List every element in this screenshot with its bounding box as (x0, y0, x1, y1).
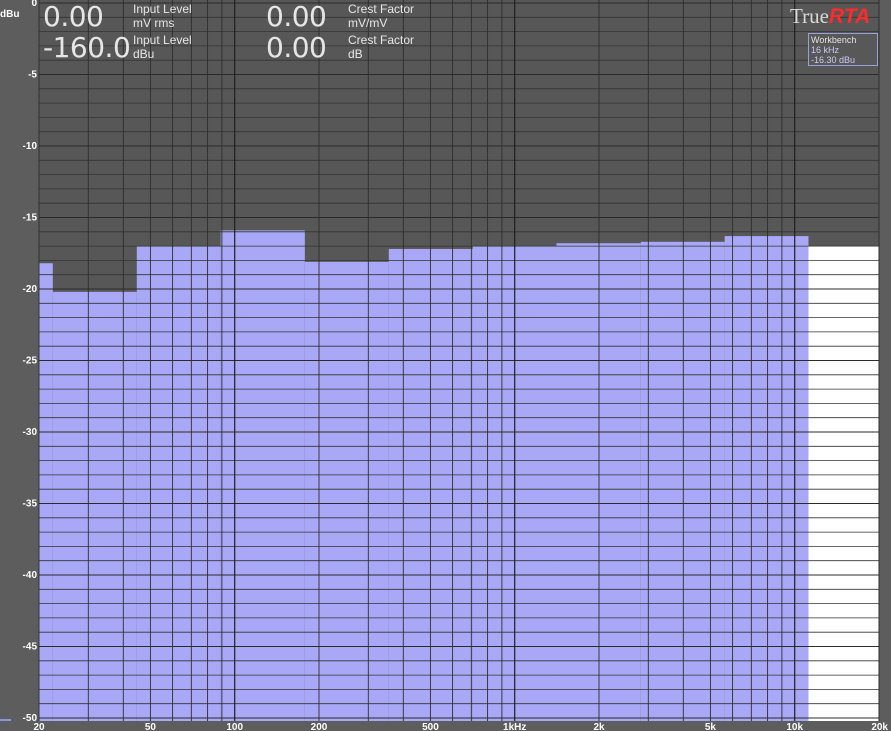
x-axis-ticks: 20 50 100 200 500 1kHz 2k 5k 10k 20k (33, 722, 888, 731)
x-tick-label: 10k (786, 722, 803, 731)
crest-factor-db-value: 0.00 (266, 31, 327, 64)
y-tick-label: -25 (23, 356, 38, 367)
marker-readout-box[interactable]: Workbench 16 kHz -16.30 dBu (808, 33, 878, 66)
marker-level: -16.30 dBu (811, 55, 856, 65)
input-level-dbu-value: -160.0 (43, 31, 131, 64)
x-tick-label: 200 (311, 722, 328, 731)
y-tick-label: -20 (23, 284, 38, 295)
crest-factor-ratio-value: 0.00 (266, 0, 327, 33)
input-level-rms-unit: mV rms (133, 16, 175, 30)
spectrum-bar (52, 291, 137, 721)
y-axis-label: dBu (0, 9, 19, 20)
input-level-dbu-label: Input Level (133, 33, 192, 47)
x-tick-label: 5k (705, 722, 717, 731)
marker-frequency: 16 kHz (811, 45, 840, 55)
spectrum-bar (724, 236, 809, 721)
crest-factor-db-label: Crest Factor (348, 33, 415, 47)
x-tick-label: 50 (145, 722, 157, 731)
corner-marker (0, 719, 11, 721)
x-tick-label: 1kHz (503, 722, 526, 731)
y-tick-label: -35 (23, 499, 38, 510)
y-tick-label: 0 (31, 0, 37, 9)
x-tick-label: 2k (593, 722, 605, 731)
spectrum-bars (39, 230, 879, 722)
spectrum-chart: 0-5-10-15-20-25-30-35-40-45-50 20 50 100 20… (0, 0, 888, 731)
y-tick-label: -5 (28, 70, 37, 81)
y-tick-label: -45 (23, 642, 38, 653)
input-level-rms-value: 0.00 (43, 0, 104, 33)
y-axis-ticks: 0-5-10-15-20-25-30-35-40-45-50 (23, 0, 38, 724)
x-tick-label: 20k (871, 722, 888, 731)
x-tick-label: 100 (226, 722, 243, 731)
crest-factor-ratio-unit: mV/mV (348, 16, 388, 30)
crest-factor-db-unit: dB (348, 47, 363, 61)
x-tick-label: 500 (422, 722, 439, 731)
input-level-rms-label: Input Level (133, 2, 192, 16)
spectrum-bar (220, 230, 305, 721)
spectrum-bar (304, 261, 389, 721)
spectrum-bar (640, 241, 725, 721)
truerta-logo: TrueRTA (790, 4, 871, 28)
y-tick-label: -40 (23, 570, 38, 581)
x-tick-label: 20 (33, 722, 45, 731)
marker-title: Workbench (811, 35, 857, 45)
y-tick-label: -10 (23, 141, 38, 152)
y-tick-label: -15 (23, 213, 38, 224)
input-level-dbu-unit: dBu (133, 47, 155, 61)
y-tick-label: -30 (23, 427, 38, 438)
crest-factor-ratio-label: Crest Factor (348, 2, 415, 16)
